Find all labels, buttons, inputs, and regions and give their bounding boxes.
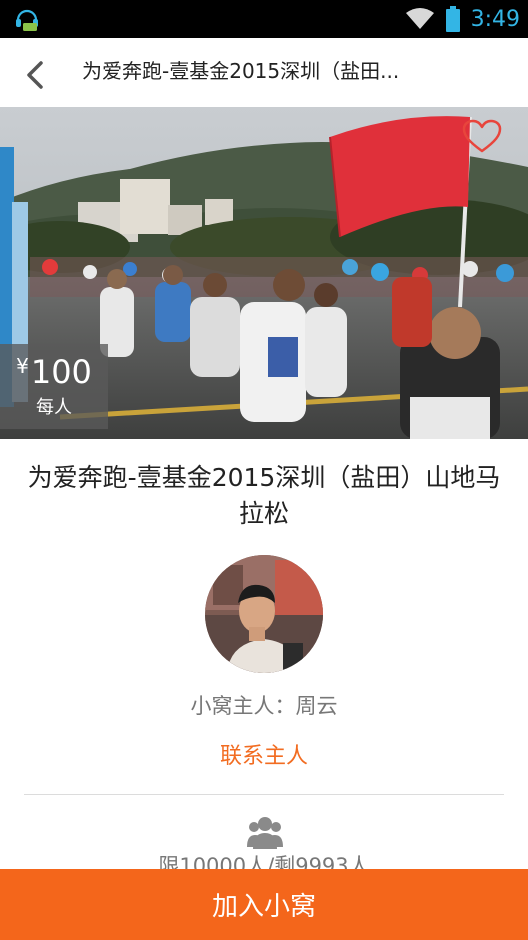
- back-button[interactable]: [18, 58, 52, 92]
- event-title: 为爱奔跑-壹基金2015深圳（盐田）山地马拉松: [27, 463, 501, 528]
- price-unit: 每人: [36, 397, 72, 418]
- app-header: 为爱奔跑-壹基金2015深圳（盐田...: [0, 38, 528, 107]
- wifi-icon: [405, 8, 434, 29]
- headset-app-icon: [16, 9, 38, 31]
- clock-time: 3:49: [470, 6, 520, 32]
- avatar-photo: [205, 555, 323, 673]
- chevron-left-icon: [27, 61, 43, 89]
- status-bar: 3:49: [0, 0, 528, 38]
- price-currency: ¥: [16, 354, 29, 378]
- price-badge: ¥100 每人: [0, 344, 108, 429]
- contact-host-link[interactable]: 联系主人: [164, 738, 364, 770]
- people-group-icon: [247, 817, 283, 849]
- divider: [24, 794, 504, 795]
- price-value: 100: [30, 353, 92, 391]
- host-avatar[interactable]: [205, 555, 323, 673]
- heart-outline-icon[interactable]: [462, 119, 502, 155]
- battery-icon: [445, 6, 460, 32]
- page-title: 为爱奔跑-壹基金2015深圳（盐田...: [82, 59, 400, 83]
- event-hero-image: ¥100 每人: [0, 107, 528, 439]
- host-name: 小窝主人：周云: [190, 694, 338, 718]
- join-button[interactable]: 加入小窝: [0, 869, 528, 940]
